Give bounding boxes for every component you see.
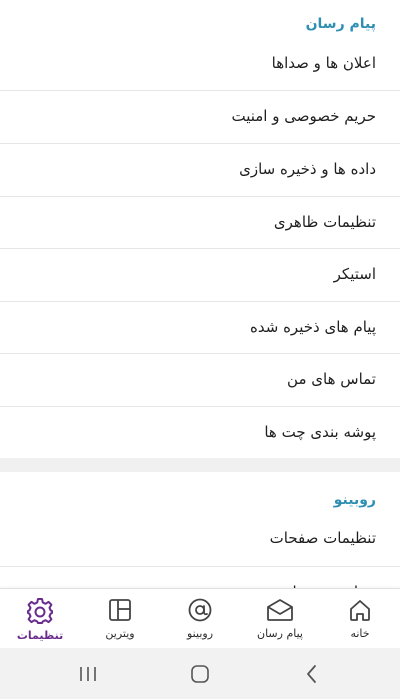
tab-label: پیام رسان	[257, 627, 303, 640]
back-button[interactable]	[282, 648, 342, 699]
back-icon	[307, 664, 316, 683]
item-label: تماس های من	[287, 370, 376, 388]
section-gap	[0, 458, 400, 472]
item-label: پوشه بندی چت ها	[264, 423, 376, 441]
tab-label: روبینو	[187, 627, 214, 640]
tab-home[interactable]: خانه	[320, 589, 400, 649]
settings-item-privacy[interactable]: حریم خصوصی و امنیت	[0, 90, 400, 142]
recent-apps-icon	[80, 666, 96, 681]
recent-apps-button[interactable]	[58, 648, 118, 699]
settings-item-chat-folders[interactable]: پوشه بندی چت ها	[0, 406, 400, 458]
tab-showcase[interactable]: ویترین	[80, 589, 160, 649]
settings-item-pages[interactable]: تنظیمات صفحات	[0, 512, 400, 564]
item-label: اعلان ها و صداها	[271, 54, 376, 72]
tab-settings[interactable]: تنظیمات	[0, 589, 80, 649]
item-label: تنظیمات صفحات	[269, 529, 376, 547]
settings-item-stickers[interactable]: استیکر	[0, 248, 400, 300]
settings-item-data-storage[interactable]: داده ها و ذخیره سازی	[0, 143, 400, 195]
home-button-icon	[191, 664, 209, 683]
system-navigation-bar	[0, 648, 400, 699]
item-label: پیام های ذخیره شده	[250, 318, 376, 336]
settings-item-saved-messages[interactable]: پیام های ذخیره شده	[0, 301, 400, 353]
tab-rubino[interactable]: روبینو	[160, 589, 240, 649]
section-header-messenger: پیام رسان	[305, 16, 376, 32]
item-label: استیکر	[333, 265, 376, 283]
settings-item-notifications[interactable]: اعلان ها و صداها	[0, 37, 400, 89]
gear-icon	[27, 598, 53, 624]
item-label: داده ها و ذخیره سازی	[239, 160, 376, 178]
envelope-icon	[267, 599, 293, 621]
at-icon	[188, 598, 212, 622]
item-label: حریم خصوصی و امنیت	[231, 107, 376, 125]
section-header-rubino: روبینو	[333, 492, 376, 508]
home-icon	[350, 600, 370, 621]
tab-label: ویترین	[105, 627, 135, 640]
grid-icon	[109, 599, 131, 621]
tab-messenger[interactable]: پیام رسان	[240, 589, 320, 649]
bottom-tab-bar: خانه پیام رسان روبینو ویترین تنظیمات	[0, 588, 400, 649]
settings-item-contacts[interactable]: تماس های من	[0, 353, 400, 405]
settings-screen: پیام رسان اعلان ها و صداها حریم خصوصی و …	[0, 0, 400, 699]
settings-item-appearance[interactable]: تنظیمات ظاهری	[0, 196, 400, 248]
item-label: تنظیمات ظاهری	[273, 213, 376, 231]
home-button[interactable]	[170, 648, 230, 699]
tab-label: تنظیمات	[16, 629, 64, 642]
tab-label: خانه	[350, 627, 370, 640]
